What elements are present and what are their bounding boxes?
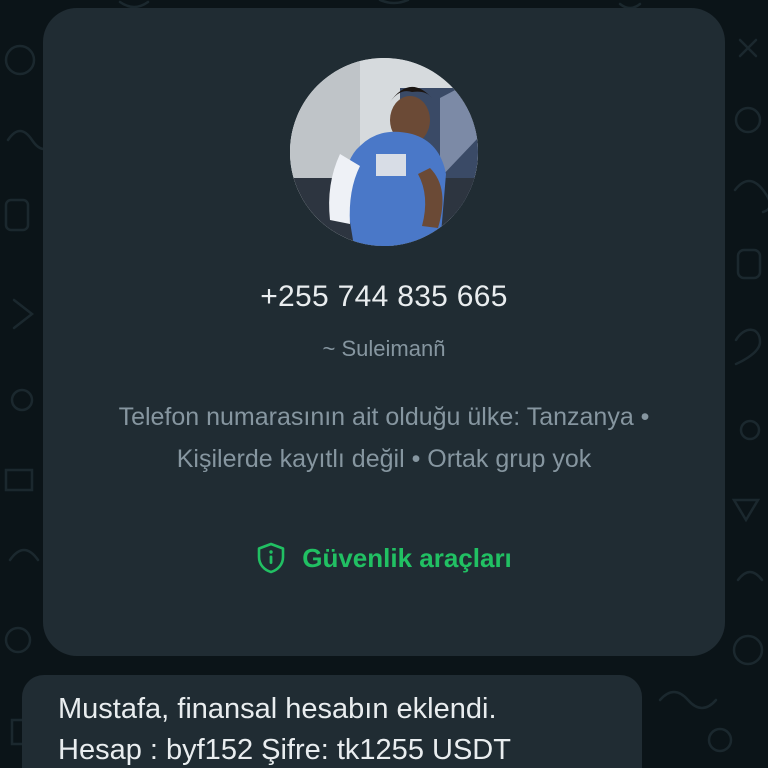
contact-push-name: ~ Suleimanñ (322, 336, 446, 361)
safety-tools-label: Güvenlik araçları (302, 542, 512, 573)
message-bubble[interactable]: Mustafa, finansal hesabın eklendi. Hesap… (22, 675, 642, 768)
contact-info-card: +255 744 835 665 ~ Suleimanñ Telefon num… (43, 8, 725, 656)
contact-avatar[interactable] (290, 58, 478, 246)
profile-photo-icon (290, 58, 478, 246)
message-text-line-1: Mustafa, finansal hesabın eklendi. (58, 693, 497, 725)
shield-icon (257, 542, 285, 574)
safety-tools-button[interactable]: Güvenlik araçları (43, 542, 725, 574)
message-text-line-2: Hesap : byf152 Şifre: tk1255 USDT (58, 734, 511, 766)
chat-screen: +255 744 835 665 ~ Suleimanñ Telefon num… (0, 0, 768, 768)
contact-phone-number: +255 744 835 665 (260, 280, 508, 313)
contact-context-info: Telefon numarasının ait olduğu ülke: Tan… (118, 403, 650, 473)
